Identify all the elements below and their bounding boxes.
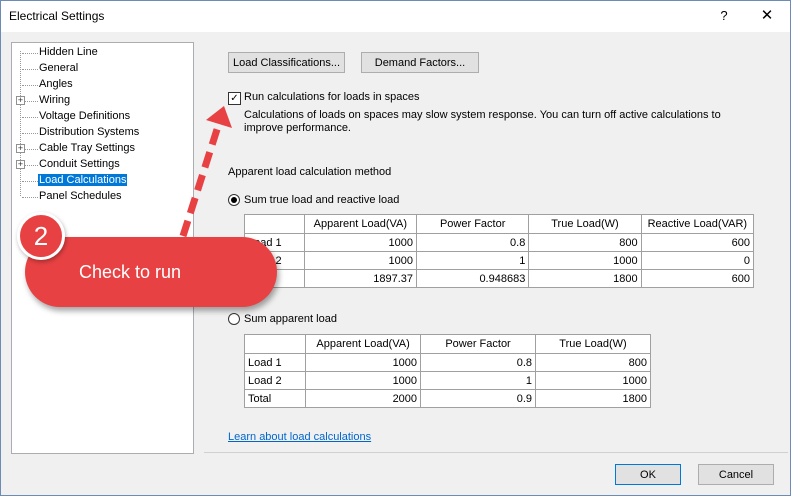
callout-arrow-head	[206, 106, 232, 128]
callout-bubble: Check to run	[25, 237, 277, 307]
step-number-badge: 2	[17, 212, 65, 260]
callout-arrow-shaft	[179, 118, 224, 238]
